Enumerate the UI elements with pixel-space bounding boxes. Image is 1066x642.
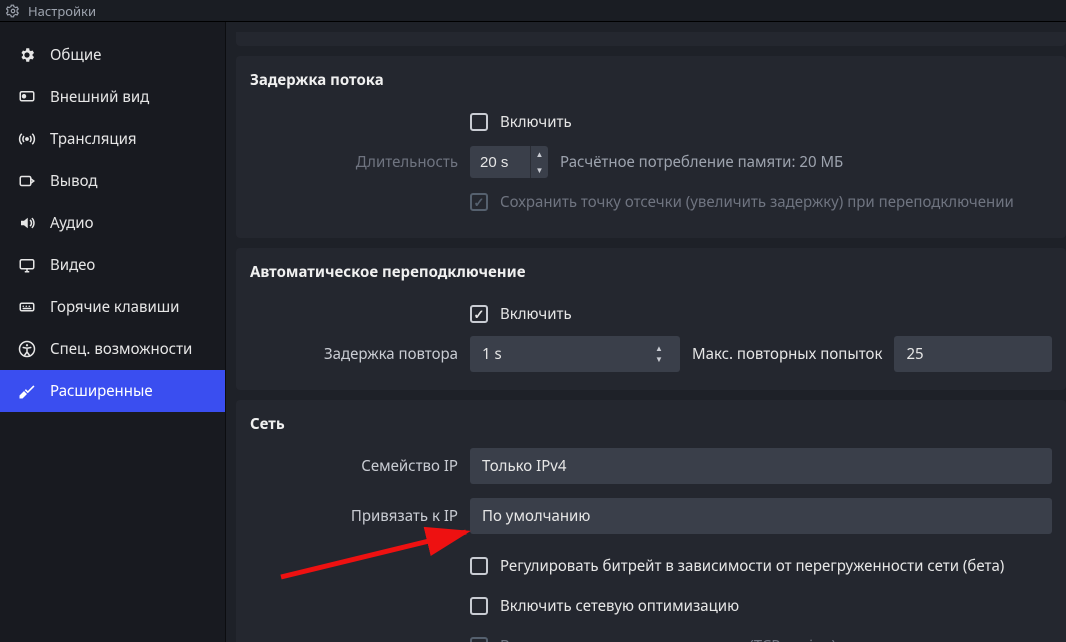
- ip-family-value: Только IPv4: [482, 456, 566, 476]
- sidebar-item-label: Горячие клавиши: [50, 297, 180, 317]
- sidebar-item-label: Общие: [50, 45, 101, 65]
- sidebar-item-appearance[interactable]: Внешний вид: [0, 76, 225, 118]
- sidebar-item-hotkeys[interactable]: Горячие клавиши: [0, 286, 225, 328]
- retry-delay-label: Задержка повтора: [250, 344, 470, 364]
- sidebar-item-label: Спец. возможности: [50, 339, 192, 359]
- sidebar-item-label: Вывод: [50, 171, 97, 191]
- stream-delay-enable-checkbox[interactable]: [470, 113, 488, 131]
- network-optimization-checkbox[interactable]: [470, 597, 488, 615]
- section-auto-reconnect: Автоматическое переподключение Включить …: [236, 248, 1066, 390]
- sidebar-item-label: Видео: [50, 255, 95, 275]
- sidebar-item-accessibility[interactable]: Спец. возможности: [0, 328, 225, 370]
- sidebar-item-stream[interactable]: Трансляция: [0, 118, 225, 160]
- sidebar-item-label: Аудио: [50, 213, 94, 233]
- settings-window-icon: [6, 4, 20, 18]
- retry-delay-value: 1 s: [482, 344, 502, 364]
- stream-delay-duration-label: Длительность: [250, 152, 470, 172]
- stream-delay-duration-input[interactable]: [470, 146, 530, 178]
- titlebar: Настройки: [0, 0, 1066, 22]
- ip-family-select[interactable]: Только IPv4: [470, 448, 1052, 484]
- section-title: Автоматическое переподключение: [250, 262, 1052, 282]
- auto-reconnect-enable-checkbox[interactable]: [470, 305, 488, 323]
- settings-sidebar: Общие Внешний вид Трансляция Вывод Аудио: [0, 22, 226, 642]
- tcp-pacing-checkbox: [470, 637, 488, 642]
- section-title: Задержка потока: [250, 70, 1052, 90]
- spin-up-icon[interactable]: ▲: [531, 146, 548, 162]
- antenna-icon: [18, 130, 36, 148]
- speaker-icon: [18, 214, 36, 232]
- accessibility-icon: [18, 340, 36, 358]
- max-retries-label: Макс. повторных попыток: [692, 344, 882, 364]
- bind-ip-select[interactable]: По умолчанию: [470, 498, 1052, 534]
- tcp-pacing-label: Включить прореживание пакетов (TCP pacin…: [500, 636, 836, 642]
- stream-delay-preserve-label: Сохранить точку отсечки (увеличить задер…: [500, 192, 1014, 212]
- spin-up-icon[interactable]: ▲: [650, 343, 668, 354]
- bind-ip-value: По умолчанию: [482, 506, 590, 526]
- stream-delay-memory-hint: Расчётное потребление памяти: 20 МБ: [560, 152, 843, 172]
- sidebar-item-audio[interactable]: Аудио: [0, 202, 225, 244]
- stream-delay-enable-label: Включить: [500, 112, 572, 132]
- output-icon: [18, 172, 36, 190]
- spin-down-icon[interactable]: ▼: [650, 354, 668, 365]
- stream-delay-preserve-checkbox: [470, 193, 488, 211]
- section-stream-delay: Задержка потока Включить Длительность: [236, 56, 1066, 238]
- tools-icon: [18, 382, 36, 400]
- retry-delay-spinbox[interactable]: 1 s ▲ ▼: [470, 336, 680, 372]
- sidebar-item-advanced[interactable]: Расширенные: [0, 370, 225, 412]
- monitor-icon: [18, 256, 36, 274]
- max-retries-spinbox[interactable]: 25: [894, 336, 1052, 372]
- settings-content: Задержка потока Включить Длительность: [226, 22, 1066, 642]
- auto-reconnect-enable-label: Включить: [500, 304, 572, 324]
- ip-family-label: Семейство IP: [250, 456, 470, 476]
- sidebar-item-label: Внешний вид: [50, 87, 149, 107]
- section-title: Сеть: [250, 414, 1052, 434]
- sidebar-item-output[interactable]: Вывод: [0, 160, 225, 202]
- sidebar-item-label: Расширенные: [50, 381, 153, 401]
- spin-down-icon[interactable]: ▼: [531, 162, 548, 178]
- dynamic-bitrate-checkbox[interactable]: [470, 557, 488, 575]
- sidebar-item-label: Трансляция: [50, 129, 137, 149]
- max-retries-value: 25: [906, 344, 923, 364]
- sidebar-item-general[interactable]: Общие: [0, 34, 225, 76]
- section-network: Сеть Семейство IP Только IPv4 Привязать …: [236, 400, 1066, 642]
- window-title: Настройки: [28, 2, 96, 20]
- keyboard-icon: [18, 298, 36, 316]
- dynamic-bitrate-label: Регулировать битрейт в зависимости от пе…: [500, 556, 1004, 576]
- stream-delay-duration-spinbox[interactable]: ▲ ▼: [470, 146, 548, 178]
- bind-ip-label: Привязать к IP: [250, 506, 470, 526]
- gear-icon: [18, 46, 36, 64]
- network-optimization-label: Включить сетевую оптимизацию: [500, 596, 739, 616]
- prev-section-edge: [236, 32, 1066, 46]
- sidebar-item-video[interactable]: Видео: [0, 244, 225, 286]
- appearance-icon: [18, 88, 36, 106]
